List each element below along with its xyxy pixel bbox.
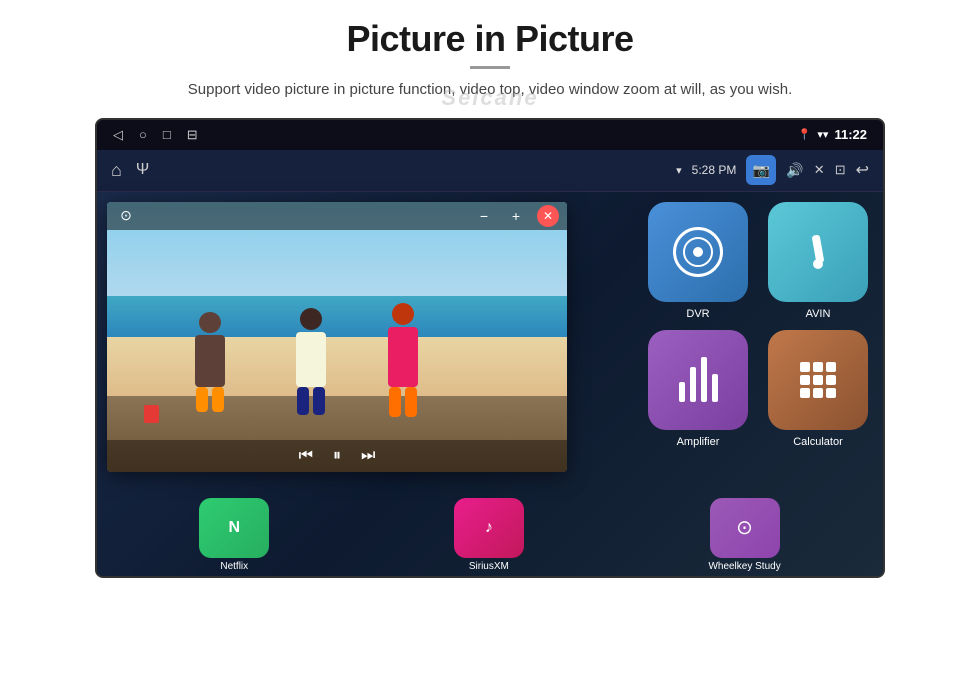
calc-icon: [800, 362, 836, 398]
subtitle-container: Seicane Support video picture in picture…: [188, 79, 792, 102]
recents-nav-icon[interactable]: □: [163, 127, 171, 142]
bottom-apps-row: N Netflix ♪ SiriusXM ⊙ Wheelkey Study: [107, 498, 873, 576]
status-bar-nav: ◁ ○ □ ⊟: [113, 127, 198, 143]
pip-minimize-btn[interactable]: −: [473, 205, 495, 227]
wheelkey-bottom-app[interactable]: ⊙ Wheelkey Study: [708, 498, 780, 572]
dvr-label: DVR: [686, 308, 709, 320]
volume-icon[interactable]: 🔊: [786, 162, 803, 179]
pip-top-bar: ⊙ − + ✕: [107, 202, 567, 230]
amp-icon-box: [648, 330, 748, 430]
netflix-bottom-label: Netflix: [220, 561, 248, 572]
device-frame: ◁ ○ □ ⊟ 📍 ▾▾ 11:22 ⌂ Ψ ▾ 5:28 PM 📷 🔊: [95, 118, 885, 578]
video-content: [107, 202, 567, 472]
avin-icon: [813, 235, 823, 269]
wifi-signal-icon: ▾: [676, 164, 682, 177]
pip-expand-btn[interactable]: +: [505, 205, 527, 227]
usb-icon[interactable]: Ψ: [136, 161, 149, 179]
avin-app[interactable]: AVIN: [763, 202, 873, 320]
person2: [291, 308, 331, 418]
status-time: 11:22: [834, 127, 867, 142]
screenshot-nav-icon[interactable]: ⊟: [187, 127, 198, 143]
main-content: ⊙ − + ✕: [97, 192, 883, 576]
title-divider: [470, 66, 510, 69]
bucket: [144, 405, 159, 423]
action-bar: ⌂ Ψ ▾ 5:28 PM 📷 🔊 ✕ ⊡ ↩: [97, 150, 883, 192]
siriusxm-bottom-app[interactable]: ♪ SiriusXM: [454, 498, 524, 572]
location-icon: 📍: [798, 128, 812, 141]
pause-btn[interactable]: ⏸: [333, 447, 341, 465]
calculator-label: Calculator: [793, 436, 843, 448]
signal-icon: ▾▾: [817, 128, 828, 141]
siriusxm-bottom-icon: ♪: [454, 498, 524, 558]
home-icon[interactable]: ⌂: [111, 160, 122, 181]
window-icon[interactable]: ⊡: [835, 162, 846, 178]
dvr-icon-box: [648, 202, 748, 302]
action-time: 5:28 PM: [692, 163, 737, 177]
netflix-bottom-icon: N: [199, 498, 269, 558]
dvr-icon: [673, 227, 723, 277]
calc-icon-box: [768, 330, 868, 430]
calculator-app[interactable]: Calculator: [763, 330, 873, 448]
person1: [190, 312, 230, 412]
pip-record-btn[interactable]: ⊙: [115, 205, 137, 227]
dvr-center: [693, 247, 703, 257]
sand: [107, 337, 567, 405]
action-bar-left: ⌂ Ψ: [111, 160, 149, 181]
status-bar-right: 📍 ▾▾ 11:22: [798, 127, 867, 142]
siriusxm-bottom-label: SiriusXM: [469, 561, 509, 572]
pip-bottom-bar: ⏮ ⏸ ⏭: [107, 440, 567, 472]
next-btn[interactable]: ⏭: [361, 447, 375, 465]
home-nav-icon[interactable]: ○: [139, 127, 147, 142]
page-wrapper: Picture in Picture Seicane Support video…: [0, 0, 980, 687]
status-bar: ◁ ○ □ ⊟ 📍 ▾▾ 11:22: [97, 120, 883, 150]
subtitle-text: Support video picture in picture functio…: [188, 81, 792, 98]
amplifier-app[interactable]: Amplifier: [643, 330, 753, 448]
camera-button[interactable]: 📷: [746, 155, 776, 185]
avin-label: AVIN: [806, 308, 831, 320]
action-bar-right: ▾ 5:28 PM 📷 🔊 ✕ ⊡ ↩: [676, 155, 869, 185]
amp-icon: [679, 357, 718, 402]
dvr-inner: [683, 237, 713, 267]
pip-record-icon[interactable]: ⊙: [115, 205, 137, 227]
pip-container[interactable]: ⊙ − + ✕: [107, 202, 567, 472]
page-title: Picture in Picture: [346, 18, 633, 60]
action-back-icon[interactable]: ↩: [856, 160, 869, 180]
netflix-bottom-app[interactable]: N Netflix: [199, 498, 269, 572]
wheelkey-bottom-label: Wheelkey Study: [708, 561, 780, 572]
prev-btn[interactable]: ⏮: [299, 447, 313, 465]
avin-icon-box: [768, 202, 868, 302]
pip-controls: − + ✕: [473, 205, 559, 227]
close-icon[interactable]: ✕: [814, 162, 825, 178]
dvr-app[interactable]: DVR: [643, 202, 753, 320]
wheelkey-bottom-icon: ⊙: [710, 498, 780, 558]
right-apps-grid: DVR AVIN: [643, 202, 873, 448]
pip-close-btn[interactable]: ✕: [537, 205, 559, 227]
person3: [383, 303, 423, 423]
amplifier-label: Amplifier: [677, 436, 720, 448]
back-nav-icon[interactable]: ◁: [113, 127, 123, 143]
